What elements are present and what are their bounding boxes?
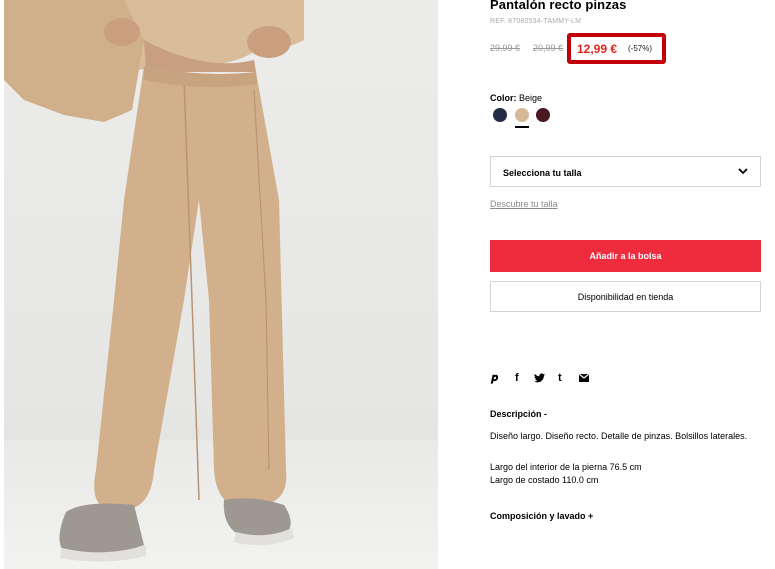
- product-image[interactable]: [4, 0, 438, 569]
- original-price-2: 20,99 €: [533, 43, 564, 53]
- store-availability-button[interactable]: Disponibilidad en tienda: [490, 281, 761, 312]
- size-guide-link[interactable]: Descubre tu talla: [490, 199, 558, 209]
- product-reference: REF. 87080534-TAMMY-LM: [490, 18, 582, 25]
- chevron-down-icon: [738, 168, 748, 175]
- facebook-icon[interactable]: f: [515, 371, 519, 385]
- size-select-label: Selecciona tu talla: [503, 168, 582, 178]
- inseam-measurement: Largo del interior de la pierna 76.5 cm: [490, 462, 642, 472]
- current-price-highlight: 12,99 € (-57%): [567, 33, 666, 64]
- size-select[interactable]: Selecciona tu talla: [490, 156, 761, 187]
- color-swatch-beige[interactable]: [515, 108, 529, 122]
- side-length-measurement: Largo de costado 110.0 cm: [490, 475, 599, 485]
- color-selector-label: Color: Beige: [490, 93, 542, 103]
- description-text: Diseño largo. Diseño recto. Detalle de p…: [490, 431, 748, 441]
- tumblr-icon[interactable]: t: [558, 371, 562, 385]
- original-price-1: 29,99 €: [490, 43, 521, 53]
- current-price: 12,99 €: [577, 42, 618, 56]
- model-illustration: [4, 0, 304, 562]
- description-toggle[interactable]: Descripción -: [490, 409, 547, 419]
- color-swatch-navy[interactable]: [493, 108, 507, 122]
- add-to-bag-button[interactable]: Añadir a la bolsa: [490, 240, 761, 272]
- color-label: Color:: [490, 93, 517, 103]
- product-title: Pantalón recto pinzas: [490, 0, 627, 12]
- composition-toggle[interactable]: Composición y lavado +: [490, 511, 593, 521]
- twitter-icon[interactable]: [534, 373, 545, 383]
- selected-swatch-indicator: [515, 126, 529, 128]
- color-swatch-burgundy[interactable]: [536, 108, 550, 122]
- selected-color-name: Beige: [519, 93, 543, 103]
- discount-badge: (-57%): [628, 44, 653, 53]
- email-icon[interactable]: [579, 374, 589, 382]
- pinterest-icon[interactable]: 𝒑: [491, 371, 498, 385]
